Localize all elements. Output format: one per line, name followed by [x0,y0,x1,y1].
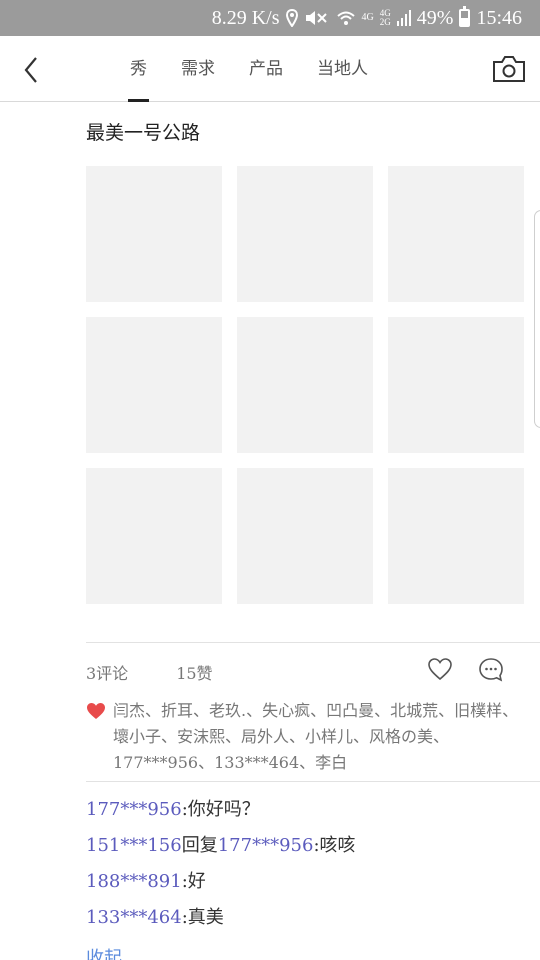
comment-count[interactable]: 3评论 [86,664,128,683]
comment-username[interactable]: 188***891 [86,871,182,892]
liked-by-section: 闫杰、折耳、老玖.、失心疯、凹凸曼、北城荒、旧樸样、壞小子、安沫熙、局外人、小样… [86,698,532,776]
network-type-b-bottom: 2G [379,17,391,27]
like-button[interactable] [427,657,453,681]
comment-text: :真美 [181,907,224,928]
tab-local[interactable]: 当地人 [317,36,368,102]
photo-tile[interactable] [388,317,524,453]
back-button[interactable] [20,54,44,86]
status-bar: 8.29 K/s 4G 4G 2G 49% 15:46 [0,0,540,36]
tab-product[interactable]: 产品 [249,36,283,102]
comment-username[interactable]: 151***156 [86,835,182,856]
signal-icon [396,10,411,26]
battery-icon [459,6,471,27]
comment-text: :你好吗？ [181,799,260,820]
photo-grid [86,166,524,604]
reply-target-username[interactable]: 177***956 [218,835,314,856]
divider [86,642,540,643]
comment-username[interactable]: 133***464 [86,907,182,928]
photo-tile[interactable] [388,468,524,604]
side-drawer-handle[interactable] [534,210,540,428]
tab-show[interactable]: 秀 [128,36,149,102]
comment-list: 177***956:你好吗？ 151***156回复177***956:咳咳 1… [86,792,356,936]
chevron-left-icon [24,57,37,83]
photo-tile[interactable] [237,317,373,453]
top-nav: 秀 需求 产品 当地人 [0,36,540,102]
reply-text: :咳咳 [313,835,356,856]
camera-icon [493,56,525,82]
network-type-b: 4G 2G [380,9,391,27]
comment-text: 回复 [181,835,218,856]
photo-tile[interactable] [237,468,373,604]
photo-tile[interactable] [86,166,222,302]
heart-filled-icon [87,703,105,719]
like-count[interactable]: 15赞 [176,664,212,683]
comment-item[interactable]: 177***956:你好吗？ [86,792,356,828]
comment-item[interactable]: 188***891:好 [86,864,356,900]
network-type-a: 4G [361,12,374,23]
post-stats: 3评论 15赞 [86,660,261,684]
location-icon [285,9,298,27]
mute-icon [305,11,327,25]
photo-tile[interactable] [86,317,222,453]
comment-item[interactable]: 133***464:真美 [86,900,356,936]
clock: 15:46 [476,6,522,29]
comment-text: :好 [181,871,206,892]
comment-bubble-icon [479,658,503,682]
comment-username[interactable]: 177***956 [86,799,182,820]
divider [86,781,540,782]
camera-button[interactable] [492,54,526,84]
status-bar-right: 8.29 K/s 4G 4G 2G 49% 15:46 [212,0,522,36]
photo-tile[interactable] [237,166,373,302]
post-title: 最美一号公路 [86,122,201,144]
photo-tile[interactable] [86,468,222,604]
tab-demand[interactable]: 需求 [181,36,215,102]
category-tabs: 秀 需求 产品 当地人 [128,36,402,102]
photo-tile[interactable] [388,166,524,302]
heart-outline-icon [428,658,452,681]
wifi-icon [336,11,355,25]
comment-button[interactable] [478,657,504,683]
battery-percent: 49% [416,6,454,29]
comment-item[interactable]: 151***156回复177***956:咳咳 [86,828,356,864]
network-speed: 8.29 K/s [211,6,280,29]
liked-by-names: 闫杰、折耳、老玖.、失心疯、凹凸曼、北城荒、旧樸样、壞小子、安沫熙、局外人、小样… [113,701,519,772]
collapse-link[interactable]: 收起 [86,944,122,960]
